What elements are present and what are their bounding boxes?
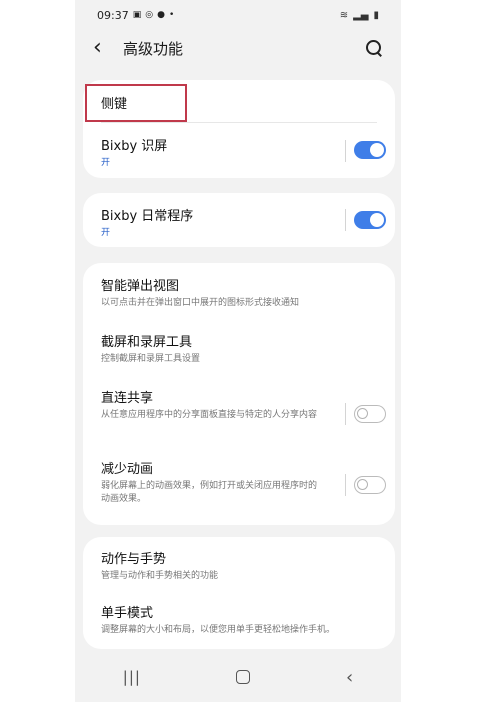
screenshot-tools-item[interactable]: 截屏和录屏工具 控制截屏和录屏工具设置 bbox=[83, 331, 395, 366]
bixby-routines-toggle[interactable] bbox=[354, 211, 386, 229]
status-bar: 09:37 ▣ ◎ ● • ≋ ▂▄ ▮ bbox=[75, 0, 401, 30]
reduce-animations-item[interactable]: 减少动画 弱化屏幕上的动画效果，例如打开或关闭应用程序时的动画效果。 bbox=[83, 458, 395, 506]
signal-icon: ▂▄ bbox=[353, 9, 369, 21]
bixby-vision-toggle[interactable] bbox=[354, 141, 386, 159]
more-notifications-icon: • bbox=[168, 10, 175, 20]
motions-gestures-desc: 管理与动作和手势相关的功能 bbox=[101, 571, 219, 581]
one-hand-mode-item[interactable]: 单手模式 调整屏幕的大小和布局，以便您用单手更轻松地操作手机。 bbox=[83, 602, 395, 637]
reduce-animations-desc: 弱化屏幕上的动画效果，例如打开或关闭应用程序时的动画效果。 bbox=[101, 481, 318, 504]
screenshot-tools-title: 截屏和录屏工具 bbox=[101, 335, 193, 350]
back-icon[interactable]: ‹ bbox=[346, 667, 353, 688]
battery-icon: ▮ bbox=[373, 9, 379, 21]
direct-share-desc: 从任意应用程序中的分享面板直接与特定的人分享内容 bbox=[101, 410, 318, 420]
notification-icon: ◎ bbox=[145, 10, 154, 20]
motions-gestures-item[interactable]: 动作与手势 管理与动作和手势相关的功能 bbox=[83, 548, 395, 583]
card-bixby-routines: Bixby 日常程序 开 bbox=[83, 193, 395, 247]
phone-screen: 09:37 ▣ ◎ ● • ≋ ▂▄ ▮ ‹ 高级功能 侧键 Bixby 识屏 … bbox=[75, 0, 401, 702]
gallery-icon: ▣ bbox=[132, 10, 142, 20]
status-time: 09:37 bbox=[97, 8, 129, 22]
divider bbox=[101, 122, 377, 123]
home-icon[interactable] bbox=[236, 670, 251, 684]
bixby-routines-item[interactable]: Bixby 日常程序 开 bbox=[83, 205, 395, 240]
smart-popup-desc: 以可点击并在弹出窗口中展开的图标形式接收通知 bbox=[101, 298, 300, 308]
search-icon[interactable] bbox=[365, 39, 383, 57]
smart-popup-title: 智能弹出视图 bbox=[101, 279, 180, 294]
one-hand-mode-title: 单手模式 bbox=[101, 606, 154, 621]
direct-share-item[interactable]: 直连共享 从任意应用程序中的分享面板直接与特定的人分享内容 bbox=[83, 387, 395, 422]
card-motions-one-hand: 动作与手势 管理与动作和手势相关的功能 单手模式 调整屏幕的大小和布局，以便您用… bbox=[83, 537, 395, 649]
back-arrow-icon[interactable]: ‹ bbox=[93, 37, 113, 59]
recent-apps-icon[interactable]: ||| bbox=[123, 668, 141, 686]
bixby-routines-status: 开 bbox=[101, 228, 111, 238]
wifi-icon: ≋ bbox=[339, 9, 349, 21]
motions-gestures-title: 动作与手势 bbox=[101, 552, 167, 567]
reduce-animations-toggle[interactable] bbox=[354, 476, 386, 494]
toggle-separator bbox=[345, 209, 346, 231]
direct-share-toggle[interactable] bbox=[354, 405, 386, 423]
one-hand-mode-desc: 调整屏幕的大小和布局，以便您用单手更轻松地操作手机。 bbox=[101, 625, 336, 635]
bixby-vision-title: Bixby 识屏 bbox=[101, 139, 168, 154]
toggle-separator bbox=[345, 403, 346, 425]
navigation-bar: ||| ‹ bbox=[75, 652, 401, 702]
screenshot-tools-desc: 控制截屏和录屏工具设置 bbox=[101, 354, 201, 364]
app-bar: ‹ 高级功能 bbox=[75, 30, 401, 66]
reduce-animations-title: 减少动画 bbox=[101, 462, 154, 477]
direct-share-title: 直连共享 bbox=[101, 391, 154, 406]
toggle-separator bbox=[345, 140, 346, 162]
bixby-vision-item[interactable]: Bixby 识屏 开 bbox=[83, 135, 395, 170]
bixby-vision-status: 开 bbox=[101, 158, 111, 168]
card-display-features: 智能弹出视图 以可点击并在弹出窗口中展开的图标形式接收通知 截屏和录屏工具 控制… bbox=[83, 263, 395, 525]
smart-popup-item[interactable]: 智能弹出视图 以可点击并在弹出窗口中展开的图标形式接收通知 bbox=[83, 275, 395, 310]
bixby-routines-title: Bixby 日常程序 bbox=[101, 209, 194, 224]
page-title: 高级功能 bbox=[123, 39, 184, 58]
app-icon: ● bbox=[157, 10, 165, 20]
highlight-box bbox=[85, 84, 187, 122]
toggle-separator bbox=[345, 474, 346, 496]
